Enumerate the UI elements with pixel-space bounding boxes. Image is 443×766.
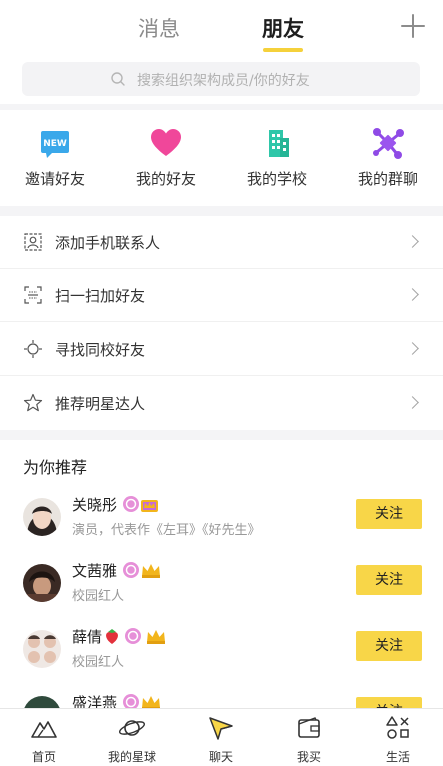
scan-icon <box>24 286 42 304</box>
verified-badge-icon <box>123 694 139 708</box>
friend-options-list: 添加手机联系人 扫一扫加好友 寻找同校好友 推荐明星达人 <box>0 216 443 430</box>
person-description: 校园红人 <box>72 589 125 604</box>
building-icon <box>269 130 289 157</box>
person-description: 校园红人 <box>72 655 125 670</box>
crown-icon <box>142 564 160 578</box>
avatar[interactable] <box>23 630 61 668</box>
list-item-label: 推荐明星达人 <box>55 395 146 413</box>
nav-life[interactable]: 生活 <box>354 709 442 766</box>
section-title: 为你推荐 <box>23 458 88 477</box>
my-school-button[interactable]: 我的学校 <box>222 110 332 206</box>
follow-button[interactable]: 关注 <box>356 565 422 595</box>
wallet-icon <box>298 717 320 738</box>
list-item[interactable]: 文茜雅 校园红人 关注 <box>0 552 443 618</box>
nav-label: 生活 <box>385 750 410 764</box>
my-school-label: 我的学校 <box>246 170 307 188</box>
list-item-label: 寻找同校好友 <box>55 341 146 359</box>
nav-label: 我买 <box>296 750 321 764</box>
list-item-add-contacts[interactable]: 添加手机联系人 <box>0 216 443 269</box>
mountain-icon <box>31 721 57 738</box>
nav-label: 首页 <box>31 750 56 764</box>
star-icon <box>23 393 43 412</box>
contact-card-icon <box>24 233 42 251</box>
apps-icon <box>386 716 409 739</box>
list-item-scan[interactable]: 扫一扫加好友 <box>0 269 443 322</box>
my-friends-label: 我的好友 <box>135 170 196 188</box>
nav-home[interactable]: 首页 <box>0 709 88 766</box>
locate-icon <box>24 340 42 358</box>
quick-actions: NEW 邀请好友 我的好友 我的学校 我的群聊 <box>0 110 443 206</box>
list-item-recommend-stars[interactable]: 推荐明星达人 <box>0 377 443 430</box>
new-badge-icon: NEW <box>41 131 69 158</box>
nav-chat[interactable]: 聊天 <box>177 709 265 766</box>
nav-shop[interactable]: 我买 <box>265 709 353 766</box>
avatar[interactable] <box>23 498 61 536</box>
invite-friends-label: 邀请好友 <box>24 170 85 188</box>
my-group-chat-button[interactable]: 我的群聊 <box>333 110 443 206</box>
divider <box>0 321 443 322</box>
my-friends-button[interactable]: 我的好友 <box>111 110 221 206</box>
follow-button[interactable]: 关注 <box>356 697 422 708</box>
list-item-label: 添加手机联系人 <box>55 234 161 252</box>
bottom-navigation: 首页 我的星球 聊天 我买 生活 <box>0 708 443 766</box>
crown-badge-icon <box>141 500 158 512</box>
recommend-section: 为你推荐 关晓彤 演员，代表作《左耳》《好先生》 关注 文茜雅 校园红人 关注 … <box>0 440 443 708</box>
planet-icon <box>118 720 146 736</box>
strawberry-icon <box>106 629 118 644</box>
person-name: 文茜雅 <box>72 562 118 580</box>
chevron-right-icon <box>406 342 419 355</box>
avatar[interactable] <box>23 564 61 602</box>
list-item[interactable]: 薛倩 校园红人 关注 <box>0 618 443 684</box>
invite-friends-button[interactable]: NEW 邀请好友 <box>0 110 110 206</box>
verified-badge-icon <box>125 628 141 644</box>
list-item[interactable]: 盛洋燕 关注 <box>0 684 443 708</box>
search-input[interactable]: 搜索组织架构成员/你的好友 <box>22 62 420 96</box>
nav-my-planet[interactable]: 我的星球 <box>88 709 176 766</box>
follow-button[interactable]: 关注 <box>356 499 422 529</box>
list-item-label: 扫一扫加好友 <box>55 287 146 305</box>
my-group-chat-label: 我的群聊 <box>357 170 418 188</box>
verified-badge-icon <box>123 562 139 578</box>
person-name: 关晓彤 <box>72 496 118 514</box>
nav-label: 我的星球 <box>107 750 156 764</box>
crown-icon <box>147 630 165 644</box>
svg-text:NEW: NEW <box>43 139 67 149</box>
nav-label: 聊天 <box>208 750 233 764</box>
active-tab-indicator <box>263 48 303 52</box>
verified-badge-icon <box>123 496 139 512</box>
person-name: 盛洋燕 <box>72 694 118 708</box>
crown-icon <box>142 696 160 708</box>
person-description: 演员，代表作《左耳》《好先生》 <box>72 523 261 538</box>
avatar[interactable] <box>23 696 61 708</box>
search-placeholder: 搜索组织架构成员/你的好友 <box>137 73 310 89</box>
top-header: 消息 朋友 <box>0 0 443 56</box>
list-item[interactable]: 关晓彤 演员，代表作《左耳》《好先生》 关注 <box>0 486 443 552</box>
tab-messages[interactable]: 消息 <box>138 13 180 43</box>
network-icon <box>373 128 404 159</box>
tab-friends[interactable]: 朋友 <box>262 13 304 43</box>
chevron-right-icon <box>406 288 419 301</box>
plus-icon[interactable] <box>401 14 425 38</box>
follow-button[interactable]: 关注 <box>356 631 422 661</box>
person-name: 薛倩 <box>72 628 103 646</box>
search-icon <box>111 72 125 86</box>
chevron-right-icon <box>406 235 419 248</box>
heart-icon <box>151 129 181 156</box>
search-bar-container: 搜索组织架构成员/你的好友 <box>0 56 443 104</box>
list-item-find-schoolmates[interactable]: 寻找同校好友 <box>0 323 443 376</box>
paper-plane-icon <box>209 717 233 740</box>
divider <box>0 375 443 376</box>
chevron-right-icon <box>406 396 419 409</box>
